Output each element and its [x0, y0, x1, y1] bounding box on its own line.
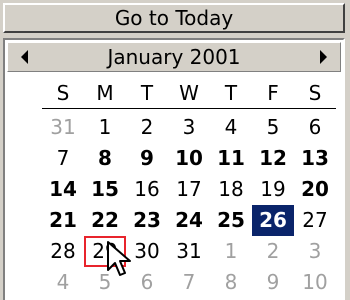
selected-day[interactable]: 26: [252, 205, 294, 236]
calendar-day[interactable]: 23: [126, 205, 168, 236]
prev-month-arrow-icon[interactable]: [21, 50, 28, 64]
calendar-day[interactable]: 10: [294, 267, 336, 298]
calendar-day[interactable]: 17: [168, 174, 210, 205]
calendar-day[interactable]: 2: [252, 236, 294, 267]
calendar-day[interactable]: 12: [252, 143, 294, 174]
calendar-day[interactable]: 9: [252, 267, 294, 298]
calendar-day[interactable]: 15: [84, 174, 126, 205]
calendar-day[interactable]: 25: [210, 205, 252, 236]
calendar-day[interactable]: 13: [294, 143, 336, 174]
calendar-day[interactable]: 11: [210, 143, 252, 174]
calendar-day[interactable]: 22: [84, 205, 126, 236]
calendar-day[interactable]: 1: [84, 112, 126, 143]
calendar-day[interactable]: 3: [294, 236, 336, 267]
calendar-day[interactable]: 3: [168, 112, 210, 143]
calendar-day[interactable]: 9: [126, 143, 168, 174]
mouse-pointer-icon: [107, 241, 131, 276]
month-header: January 2001: [7, 42, 341, 72]
calendar-day[interactable]: 27: [294, 205, 336, 236]
calendar-day[interactable]: 4: [42, 267, 84, 298]
calendar-day[interactable]: 4: [210, 112, 252, 143]
weekday-header-row: SMTWTFS: [42, 80, 336, 106]
calendar-day[interactable]: 20: [294, 174, 336, 205]
month-calendar: January 2001 SMTWTFS 31 1 2 3 4 5 6 7 8 9 10 11 12 13…: [3, 38, 345, 300]
weekday-label: M: [96, 81, 114, 105]
calendar-day[interactable]: 16: [126, 174, 168, 205]
next-month-arrow-icon[interactable]: [320, 50, 327, 64]
calendar-day[interactable]: 5: [252, 112, 294, 143]
weekday-label: F: [267, 81, 279, 105]
calendar-day[interactable]: 6: [294, 112, 336, 143]
weekday-label: T: [140, 81, 154, 105]
calendar-day[interactable]: 14: [42, 174, 84, 205]
calendar-day[interactable]: 10: [168, 143, 210, 174]
calendar-day[interactable]: 31: [42, 112, 84, 143]
calendar-day[interactable]: 8: [84, 143, 126, 174]
calendar-day[interactable]: 2: [126, 112, 168, 143]
calendar-day[interactable]: 24: [168, 205, 210, 236]
calendar-day[interactable]: 7: [42, 143, 84, 174]
calendar-day[interactable]: 8: [210, 267, 252, 298]
month-title[interactable]: January 2001: [48, 43, 300, 71]
weekday-divider: [42, 108, 336, 109]
calendar-day[interactable]: 1: [210, 236, 252, 267]
calendar-day[interactable]: 7: [168, 267, 210, 298]
weekday-label: S: [308, 81, 322, 105]
weekday-label: T: [224, 81, 238, 105]
calendar-day[interactable]: 31: [168, 236, 210, 267]
go-to-today-button[interactable]: Go to Today: [3, 3, 345, 33]
calendar-window: Go to Today January 2001 SMTWTFS 31 1 2 3 4 5…: [0, 0, 350, 300]
weekday-label: W: [179, 81, 199, 105]
calendar-day[interactable]: 18: [210, 174, 252, 205]
calendar-day[interactable]: 28: [42, 236, 84, 267]
calendar-day[interactable]: 21: [42, 205, 84, 236]
calendar-day[interactable]: 19: [252, 174, 294, 205]
weekday-label: S: [56, 81, 70, 105]
